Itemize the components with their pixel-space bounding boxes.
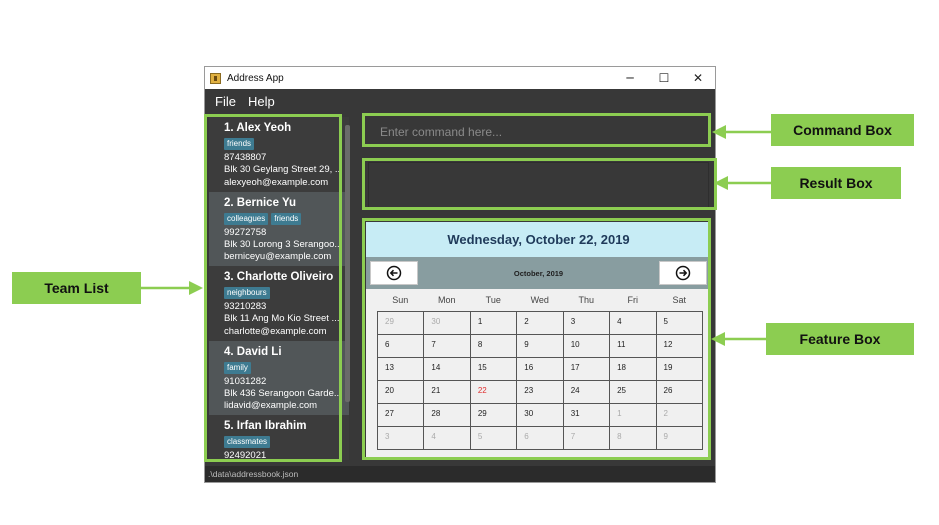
status-bar: .\data\addressbook.json — [205, 466, 715, 482]
window-title: Address App — [227, 72, 284, 84]
arrow-icon — [714, 176, 772, 190]
menu-file[interactable]: File — [215, 94, 236, 109]
team-list-callout: Team List — [12, 272, 141, 304]
menu-bar: File Help — [205, 89, 715, 113]
title-bar: Address App ─ ☐ ✕ — [205, 67, 715, 89]
command-box-highlight — [362, 113, 711, 147]
arrow-icon — [712, 125, 774, 139]
list-scrollbar[interactable] — [345, 125, 350, 402]
menu-help[interactable]: Help — [248, 94, 275, 109]
close-icon[interactable]: ✕ — [681, 67, 715, 89]
command-box-callout: Command Box — [771, 114, 914, 146]
app-icon — [210, 72, 221, 84]
result-box-callout: Result Box — [771, 167, 901, 199]
maximize-icon[interactable]: ☐ — [647, 67, 681, 89]
arrow-icon — [141, 281, 203, 295]
arrow-icon — [711, 332, 768, 346]
minimize-icon[interactable]: ─ — [613, 67, 647, 89]
window-controls: ─ ☐ ✕ — [613, 67, 715, 89]
team-list-highlight — [204, 114, 342, 462]
feature-box-highlight — [362, 218, 711, 460]
feature-box-callout: Feature Box — [766, 323, 914, 355]
result-box-highlight — [362, 158, 717, 210]
